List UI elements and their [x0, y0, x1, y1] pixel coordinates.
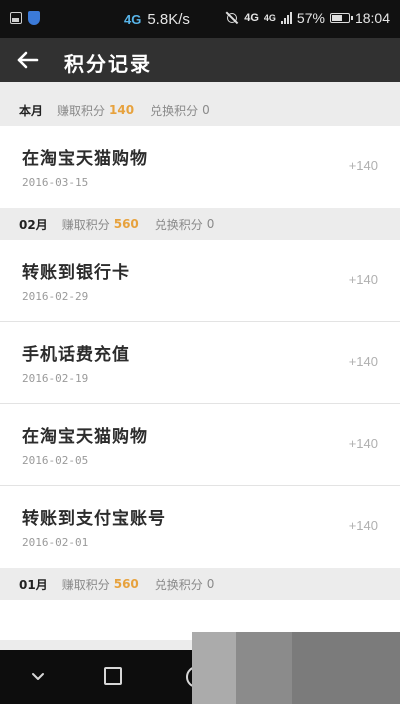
network-type-small: 4G [263, 13, 276, 23]
arrow-left-icon [17, 51, 39, 69]
record-points: +140 [348, 158, 378, 173]
battery-icon [329, 13, 353, 23]
redeem-label: 兑换积分 [150, 103, 199, 118]
record-points: +140 [348, 436, 378, 451]
record-name: 在淘宝天猫购物 [22, 427, 148, 447]
record-name: 手机话费充值 [22, 345, 130, 365]
record-points: +140 [348, 518, 378, 533]
section-header-feb: 02月 赚取积分 560 兑换积分 0 [0, 208, 400, 240]
back-button[interactable] [14, 46, 42, 74]
clock: 18:04 [354, 10, 390, 26]
record-item[interactable]: 在淘宝天猫购物 2016-02-05 +140 [0, 404, 400, 486]
network-type-right: 4G [244, 12, 259, 24]
record-name: 转账到支付宝账号 [22, 509, 166, 529]
shield-icon [28, 11, 40, 25]
record-points: +140 [348, 354, 378, 369]
network-status: 4G 5.8K/s [124, 11, 190, 28]
overlay-block [292, 632, 400, 704]
redeem-label: 兑换积分 [154, 577, 203, 592]
gallery-icon [10, 12, 22, 24]
page-title: 积分记录 [64, 52, 152, 76]
record-item[interactable]: 手机话费充值 2016-02-19 +140 [0, 322, 400, 404]
section-month: 02月 [19, 217, 48, 232]
app-header: 积分记录 [0, 38, 400, 82]
earn-value: 560 [113, 577, 139, 591]
record-name: 转账到银行卡 [22, 263, 130, 283]
record-date: 2016-02-05 [22, 454, 89, 467]
record-date: 2016-02-19 [22, 372, 89, 385]
record-item[interactable]: 转账到银行卡 2016-02-29 +140 [0, 240, 400, 322]
status-bar: 4G 5.8K/s 4G 4G 57% 18:04 [0, 0, 400, 38]
signal-icon [280, 12, 292, 24]
record-item[interactable]: 在淘宝天猫购物 2016-03-15 +140 [0, 126, 400, 208]
overlay-block [236, 632, 294, 704]
status-left [10, 11, 40, 25]
redeem-value: 0 [206, 577, 215, 591]
record-date: 2016-02-29 [22, 290, 89, 303]
earn-label: 赚取积分 [61, 217, 110, 232]
record-name: 在淘宝天猫购物 [22, 149, 148, 169]
battery-fill [331, 15, 343, 21]
square-icon[interactable] [104, 667, 122, 685]
overlay-block [192, 632, 237, 704]
section-month: 01月 [19, 577, 48, 592]
nav-back-button[interactable] [26, 664, 50, 688]
section-month: 本月 [19, 103, 44, 118]
mute-icon [225, 11, 239, 25]
redeem-label: 兑换积分 [154, 217, 203, 232]
earn-value: 560 [113, 217, 139, 231]
section-header-current-month: 本月 赚取积分 140 兑换积分 0 [0, 94, 400, 126]
network-speed: 5.8K/s [147, 11, 190, 28]
redeem-value: 0 [206, 217, 215, 231]
section-header-jan: 01月 赚取积分 560 兑换积分 0 [0, 568, 400, 600]
earn-label: 赚取积分 [57, 103, 106, 118]
record-date: 2016-03-15 [22, 176, 89, 189]
points-record-list[interactable]: 本月 赚取积分 140 兑换积分 0 在淘宝天猫购物 2016-03-15 +1… [0, 94, 400, 650]
network-type: 4G [124, 12, 142, 27]
chevron-down-icon [32, 673, 44, 680]
record-points: +140 [348, 272, 378, 287]
record-date: 2016-02-01 [22, 536, 89, 549]
status-right: 4G 4G 57% 18:04 [225, 10, 390, 26]
earn-value: 140 [109, 103, 135, 117]
record-item[interactable]: 转账到支付宝账号 2016-02-01 +140 [0, 486, 400, 568]
battery-percent: 57% [296, 10, 325, 26]
earn-label: 赚取积分 [61, 577, 110, 592]
redeem-value: 0 [202, 103, 210, 117]
